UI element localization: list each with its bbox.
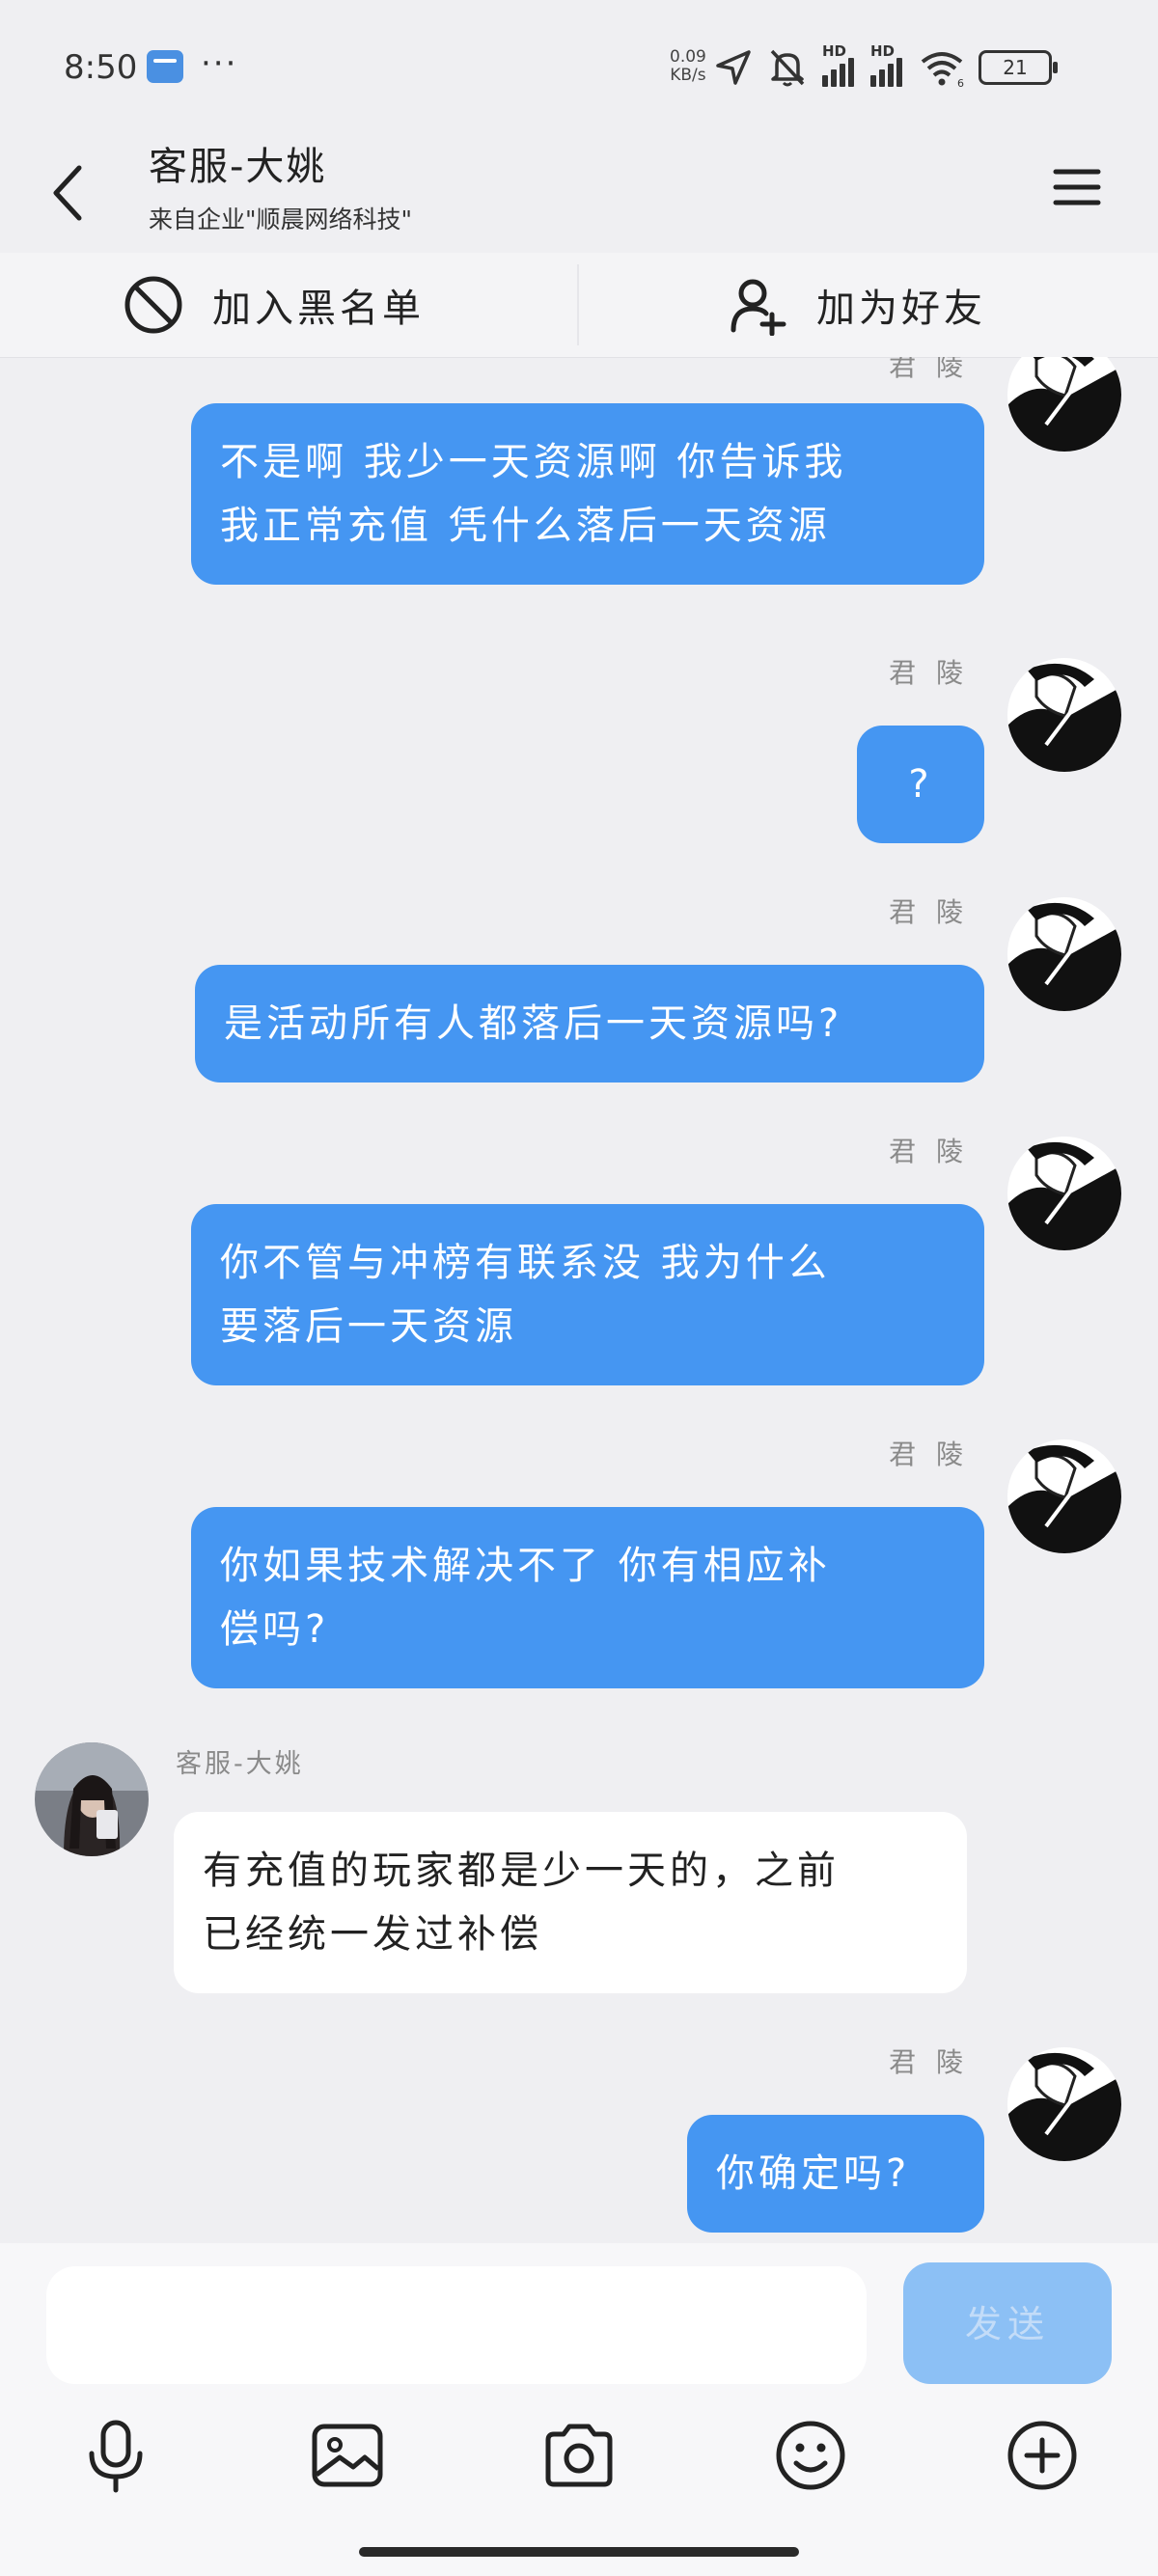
avatar[interactable] [1007,2047,1121,2161]
sender-name: 君 陵 [889,1439,969,1470]
network-speed-unit: KB/s [670,66,706,85]
message-line: 你不管与冲榜有联系没 我为什么 [220,1241,831,1285]
signal-hd-2-icon: HD [870,42,905,87]
message-line: 你确定吗? [716,2151,911,2196]
message-bubble[interactable]: 是活动所有人都落后一天资源吗? [195,965,984,1082]
message-line: 不是啊 我少一天资源啊 你告诉我 [220,440,847,484]
network-speed-value: 0.09 [670,47,706,67]
avatar[interactable] [1007,1137,1121,1250]
mute-icon [770,49,805,87]
wifi-icon: 6 [921,52,964,87]
add-friend-icon [731,279,786,336]
chat-title: 客服-大姚 [149,145,327,189]
status-bar: 8:50 ··· 0.09 KB/s HD HD 6 21 [0,0,1158,135]
action-bar: 加入黑名单 加为好友 [0,253,1158,358]
signal-hd-1-icon: HD [822,42,857,87]
message-line: 有充值的玩家都是少一天的，之前 [203,1849,840,1893]
avatar[interactable] [1007,897,1121,1011]
avatar[interactable] [1007,357,1121,452]
image-icon[interactable] [309,2417,386,2494]
message-bubble[interactable]: 你确定吗? [687,2115,984,2233]
message-bubble[interactable]: 你如果技术解决不了 你有相应补 偿吗? [191,1507,984,1688]
sender-name: 客服-大姚 [176,1749,304,1779]
sender-name: 君 陵 [889,2046,969,2078]
battery-icon: 21 [979,50,1058,85]
message-line: 我正常充值 凭什么落后一天资源 [220,504,831,548]
avatar[interactable] [1007,1439,1121,1553]
location-icon [716,50,751,85]
message-line: 你如果技术解决不了 你有相应补 [220,1544,831,1588]
chat-header: 客服-大姚 来自企业"顺晨网络科技" [0,135,1158,251]
message-line: ? [908,762,933,807]
avatar[interactable] [35,1742,149,1856]
app-notification-icon [147,50,183,83]
message-line: 是活动所有人都落后一天资源吗? [224,1001,843,1046]
add-friend-button[interactable]: 加为好友 [728,253,986,357]
block-button[interactable]: 加入黑名单 [122,253,425,357]
camera-icon[interactable] [540,2417,618,2494]
add-friend-label: 加为好友 [816,287,986,331]
network-speed: 0.09 KB/s [670,48,706,85]
wifi-sub: 6 [957,77,964,87]
message-input[interactable] [46,2266,867,2384]
action-divider [577,264,579,345]
message-bubble[interactable]: ? [857,726,984,843]
sender-name: 君 陵 [889,657,969,689]
chat-subtitle: 来自企业"顺晨网络科技" [149,206,412,233]
sender-name: 君 陵 [889,896,969,928]
message-bubble[interactable]: 有充值的玩家都是少一天的，之前 已经统一发过补偿 [174,1812,967,1993]
status-icons: HD HD 6 21 [714,42,1065,89]
menu-icon[interactable] [1050,160,1104,214]
message-bubble[interactable]: 不是啊 我少一天资源啊 你告诉我 我正常充值 凭什么落后一天资源 [191,403,984,585]
block-label: 加入黑名单 [212,287,425,331]
block-icon [124,276,182,334]
message-bubble[interactable]: 你不管与冲榜有联系没 我为什么 要落后一天资源 [191,1204,984,1385]
avatar[interactable] [1007,658,1121,772]
emoji-icon[interactable] [772,2417,849,2494]
message-line: 要落后一天资源 [220,1304,517,1349]
sender-name: 君 陵 [889,1136,969,1167]
back-icon[interactable] [42,154,100,232]
send-button[interactable]: 发送 [903,2262,1112,2384]
microphone-icon[interactable] [77,2417,154,2494]
status-time: 8:50 [64,48,138,87]
message-line: 偿吗? [220,1607,330,1652]
more-notifications-icon: ··· [201,44,238,83]
message-line: 已经统一发过补偿 [203,1912,542,1957]
plus-icon[interactable] [1004,2417,1081,2494]
sender-name: 君 陵 [889,357,969,382]
input-bar: 发送 [0,2243,1158,2576]
home-indicator[interactable] [359,2547,799,2557]
message-list[interactable]: 君 陵 不是啊 我少一天资源啊 你告诉我 我正常充值 凭什么落后一天资源 君 陵… [0,357,1158,2243]
